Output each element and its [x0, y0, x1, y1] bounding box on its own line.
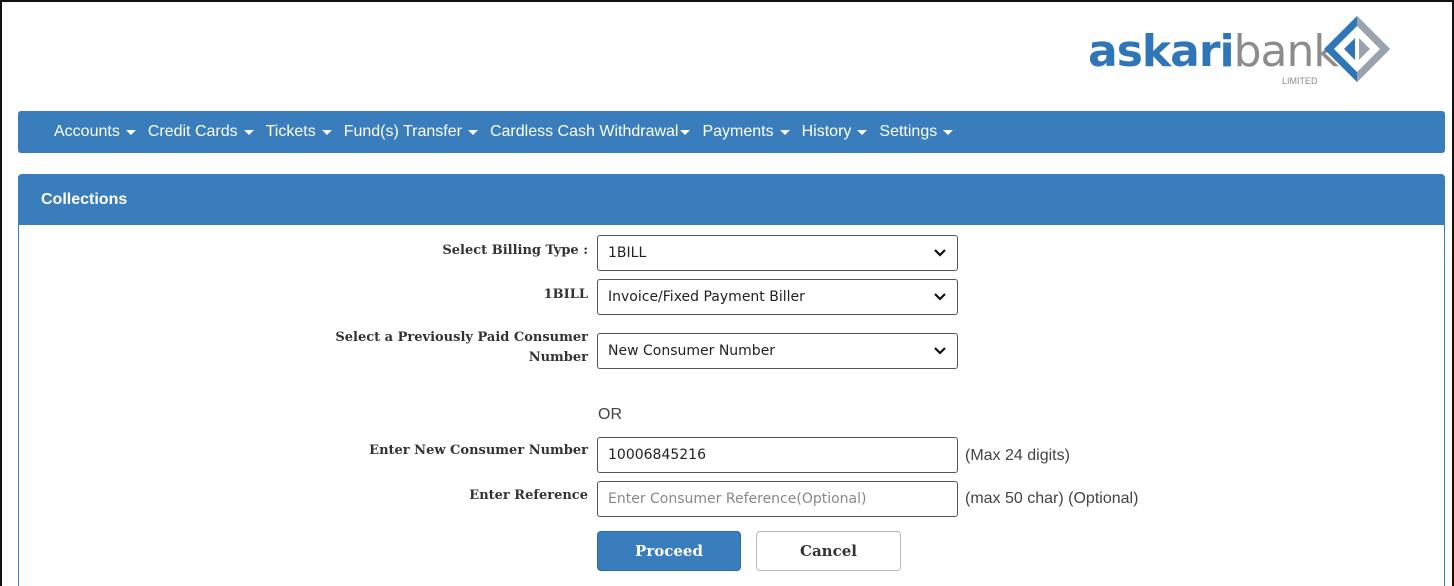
bank-logo[interactable]: askaribank LIMITED: [1084, 12, 1404, 90]
or-separator: OR: [598, 406, 622, 423]
reference-input[interactable]: Enter Consumer Reference(Optional): [597, 481, 958, 517]
biller-select[interactable]: Invoice/Fixed Payment Biller: [597, 279, 958, 315]
nav-payments[interactable]: Payments: [702, 123, 790, 141]
caret-down-icon: [467, 129, 478, 135]
new-consumer-label: Enter New Consumer Number: [369, 443, 588, 458]
reference-hint: (max 50 char) (Optional): [965, 490, 1139, 507]
biller-label: 1BILL: [543, 287, 588, 302]
billing-type-select[interactable]: 1BILL: [597, 235, 958, 271]
caret-down-icon: [125, 129, 136, 135]
logo-wordmark: askaribank: [1088, 26, 1339, 77]
prev-consumer-label: Select a Previously Paid Consumer Number: [335, 330, 588, 365]
chevron-down-icon: [934, 249, 946, 257]
chevron-down-icon: [934, 293, 946, 301]
nav-cardless-cash[interactable]: Cardless Cash Withdrawal: [490, 123, 691, 141]
nav-settings[interactable]: Settings: [879, 123, 954, 141]
nav-tickets[interactable]: Tickets: [266, 123, 332, 141]
caret-down-icon: [243, 129, 254, 135]
nav-accounts[interactable]: Accounts: [54, 123, 136, 141]
caret-down-icon: [857, 129, 868, 135]
caret-down-icon: [779, 129, 790, 135]
new-consumer-input[interactable]: 10006845216: [597, 437, 958, 473]
caret-down-icon: [321, 129, 332, 135]
reference-label: Enter Reference: [469, 488, 588, 503]
caret-down-icon: [943, 129, 954, 135]
panel-title: Collections: [19, 175, 1444, 225]
nav-credit-cards[interactable]: Credit Cards: [148, 123, 254, 141]
cancel-button[interactable]: Cancel: [756, 531, 901, 571]
prev-consumer-select[interactable]: New Consumer Number: [597, 333, 958, 369]
logo-limited: LIMITED: [1282, 76, 1318, 86]
chevron-down-icon: [934, 347, 946, 355]
proceed-button[interactable]: Proceed: [597, 531, 741, 571]
billing-type-label: Select Billing Type :: [442, 243, 588, 258]
nav-history[interactable]: History: [802, 123, 868, 141]
nav-fund-transfer[interactable]: Fund(s) Transfer: [344, 123, 478, 141]
main-nav: Accounts Credit Cards Tickets Fund(s) Tr…: [18, 111, 1445, 153]
diamond-logo-icon: [1324, 16, 1390, 82]
caret-down-icon: [680, 129, 691, 135]
new-consumer-hint: (Max 24 digits): [965, 447, 1070, 464]
